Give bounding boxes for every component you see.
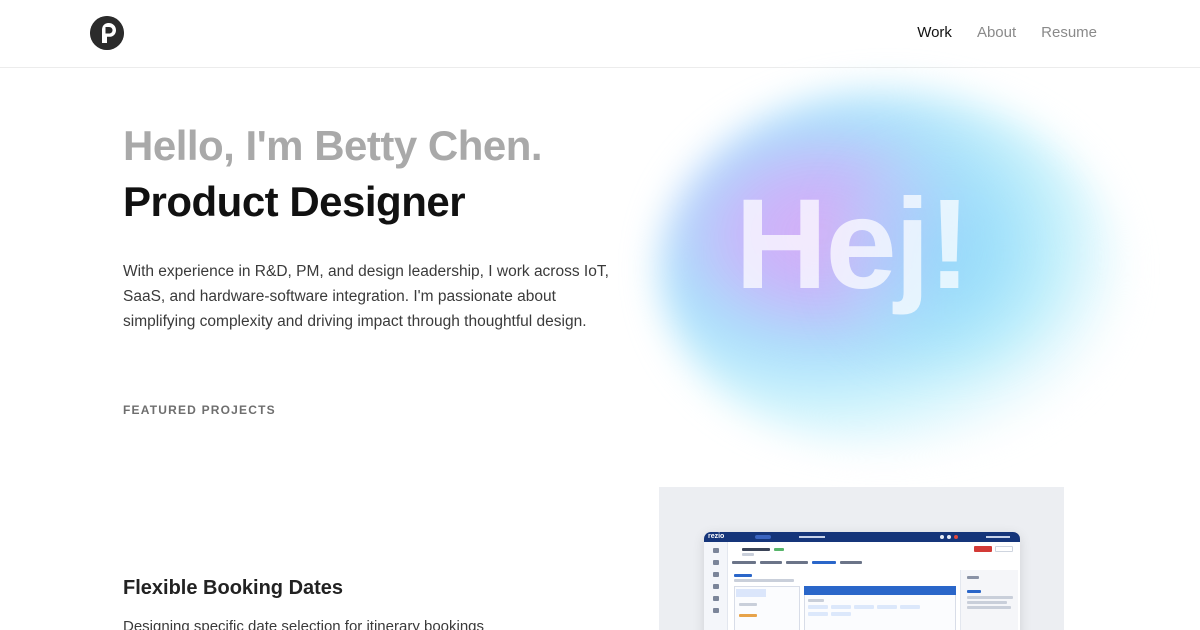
hero-artwork: Hej! <box>640 80 1140 470</box>
mock-header-pill <box>755 535 771 539</box>
mock-menu-icon <box>713 548 719 553</box>
mock-date-chip <box>877 605 897 609</box>
mock-date-panel-header <box>804 586 956 595</box>
mock-list-item <box>739 614 757 617</box>
mock-list-item-selected <box>736 589 766 597</box>
mock-date-label <box>808 599 824 602</box>
mock-status-badge <box>774 548 784 551</box>
mock-panel-heading <box>967 590 981 593</box>
mock-tab-active <box>812 561 836 564</box>
mock-date-chip <box>808 605 828 609</box>
mock-panel-text <box>967 606 1011 609</box>
mock-date-chip <box>808 612 828 616</box>
mock-section-desc <box>734 579 794 582</box>
mock-panel-text <box>967 596 1013 599</box>
hero-role: Product Designer <box>123 178 466 225</box>
mock-user-label <box>986 536 1010 538</box>
mock-secondary-button <box>995 546 1013 552</box>
hero-greeting: Hello, I'm Betty Chen. <box>123 122 543 169</box>
mock-right-panel <box>960 570 1018 630</box>
project-title[interactable]: Flexible Booking Dates <box>123 576 343 600</box>
mock-grid-icon <box>713 572 719 577</box>
mock-tab <box>840 561 862 564</box>
mock-date-chip <box>900 605 920 609</box>
nav-about-link[interactable]: About <box>977 24 1016 42</box>
mock-panel-text <box>967 601 1007 604</box>
mock-box-icon <box>713 596 719 601</box>
mock-folder-icon <box>713 584 719 589</box>
mock-list-item <box>739 603 757 606</box>
mock-date-chip <box>854 605 874 609</box>
mock-star-icon <box>713 560 719 565</box>
project-thumbnail[interactable]: rezio <box>659 487 1064 630</box>
mock-panel-title <box>967 576 979 579</box>
app-screenshot-mockup: rezio <box>704 532 1020 630</box>
featured-projects-heading: FEATURED PROJECTS <box>123 403 276 417</box>
mock-date-chip <box>831 605 851 609</box>
main-nav: Work About Resume <box>917 24 1097 42</box>
mock-page-title <box>742 548 770 551</box>
logo-icon[interactable] <box>90 16 124 50</box>
mock-tab <box>786 561 808 564</box>
mock-brand-logo: rezio <box>708 533 725 540</box>
hero-art-text: Hej! <box>735 173 971 316</box>
nav-work-link[interactable]: Work <box>917 24 952 42</box>
project-description: Designing specific date selection for it… <box>123 618 485 630</box>
mock-subtitle <box>742 553 754 556</box>
mock-notification-icon <box>954 535 958 539</box>
mock-tab <box>760 561 782 564</box>
mock-sidebar <box>704 542 728 630</box>
mock-primary-button <box>974 546 992 552</box>
nav-resume-link[interactable]: Resume <box>1041 24 1097 42</box>
site-header: Work About Resume <box>0 0 1200 68</box>
mock-date-chip <box>831 612 851 616</box>
mock-icon <box>940 535 944 539</box>
mock-calendar-icon <box>713 608 719 613</box>
mock-header-bar: rezio <box>704 532 1020 542</box>
mock-section-title <box>734 574 752 577</box>
hero-intro: With experience in R&D, PM, and design l… <box>123 263 609 330</box>
mock-header-link <box>799 536 825 538</box>
mock-icon <box>947 535 951 539</box>
mock-tab <box>732 561 756 564</box>
